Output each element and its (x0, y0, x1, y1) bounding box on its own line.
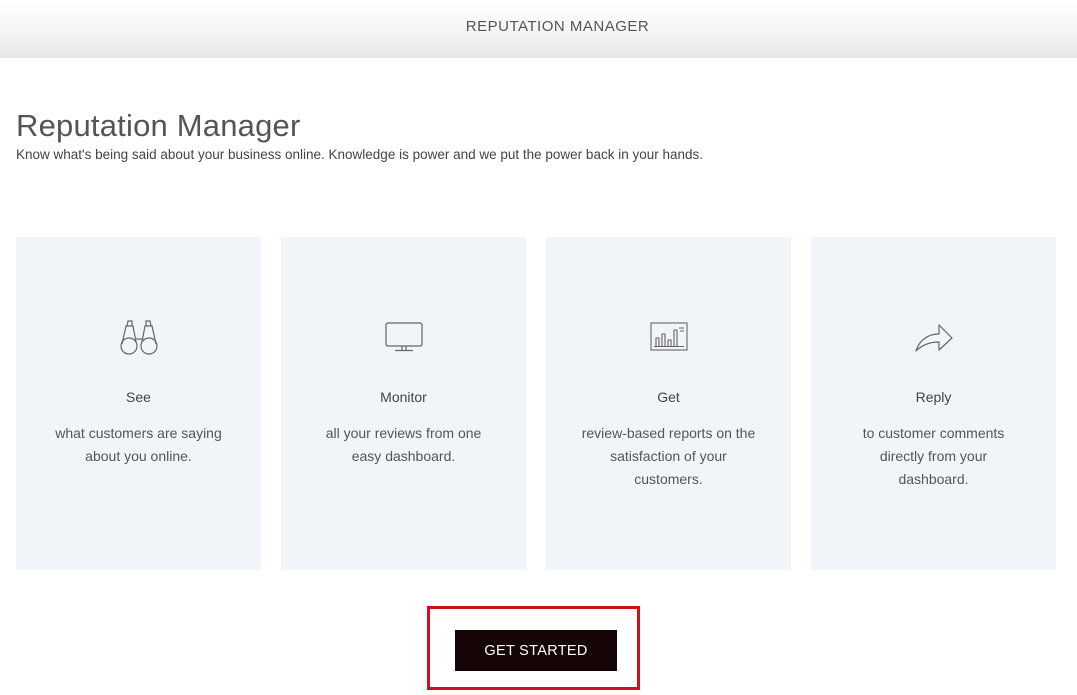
top-bar: REPUTATION MANAGER (0, 0, 1077, 58)
feature-card-text: all your reviews from one easy dashboard… (325, 425, 482, 464)
reply-arrow-icon (811, 317, 1056, 357)
feature-card-text: what customers are saying about you onli… (55, 425, 222, 464)
feature-card-heading: Get (657, 389, 680, 405)
feature-card-heading: See (126, 389, 151, 405)
get-started-button[interactable]: GET STARTED (455, 630, 617, 671)
feature-card-heading: Reply (915, 389, 952, 405)
feature-card-get: Get review-based reports on the satisfac… (546, 237, 791, 570)
monitor-icon (281, 317, 526, 357)
binoculars-icon (16, 317, 261, 357)
feature-card-monitor: Monitor all your reviews from one easy d… (281, 237, 526, 570)
feature-card-see: See what customers are saying about you … (16, 237, 261, 570)
feature-card-reply: Reply to customer comments directly from… (811, 237, 1056, 570)
page-subtitle: Know what's being said about your busine… (16, 147, 704, 162)
feature-cards: See what customers are saying about you … (16, 237, 1056, 570)
feature-card-text: review-based reports on the satisfaction… (581, 425, 756, 487)
page-title: Reputation Manager (16, 108, 301, 143)
top-bar-title: REPUTATION MANAGER (465, 18, 650, 35)
bar-chart-report-icon (546, 317, 791, 357)
feature-card-heading: Monitor (380, 389, 427, 405)
feature-card-text: to customer comments directly from your … (862, 425, 1005, 487)
